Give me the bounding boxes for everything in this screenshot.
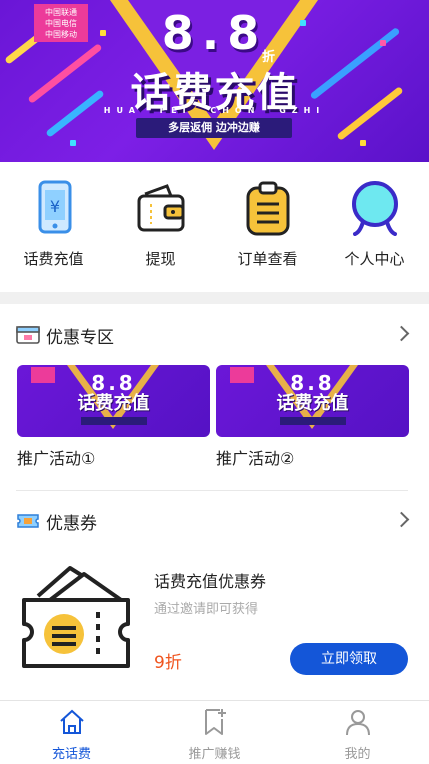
- coupon-section-header[interactable]: 优惠券: [16, 506, 413, 536]
- section-divider: [0, 292, 429, 304]
- promo-card-label: 推广活动①: [17, 449, 96, 468]
- quick-nav-profile[interactable]: 个人中心: [321, 170, 428, 280]
- quick-nav-withdraw[interactable]: 提现: [107, 170, 214, 280]
- tab-promote-earn[interactable]: 推广赚钱: [143, 701, 286, 764]
- coupon-ticket-icon: [16, 511, 40, 531]
- tab-mine[interactable]: 我的: [286, 701, 429, 764]
- banner-tagline: 多层返佣 边冲边赚: [136, 118, 292, 138]
- promo-card-thumbnail: 8.8 话费充值: [216, 365, 409, 437]
- thumb-tag: [81, 417, 147, 425]
- hero-banner[interactable]: 中国联通 中国电信 中国移动 8.8 折 话费充值 HUA FEI CHON G…: [0, 0, 429, 162]
- promo-card-thumbnail: 8.8 话费充值: [17, 365, 210, 437]
- coupon-illustration-icon: [18, 558, 136, 676]
- promo-zone-icon: [16, 325, 40, 345]
- tab-recharge[interactable]: 充话费: [0, 701, 143, 764]
- home-icon: [59, 709, 84, 734]
- svg-text:¥: ¥: [49, 197, 59, 216]
- promo-card[interactable]: 8.8 话费充值 推广活动①: [17, 365, 210, 469]
- quick-nav: ¥ 话费充值 提现 订单查看 个人中心: [0, 170, 429, 280]
- claim-coupon-button[interactable]: 立即领取: [290, 643, 408, 675]
- promo-card-label: 推广活动②: [216, 449, 295, 468]
- banner-pinyin: HUA FEI CHON GZHI: [103, 106, 326, 115]
- chevron-right-icon[interactable]: [393, 511, 410, 528]
- thumb-title: 话费充值: [276, 393, 349, 414]
- quick-nav-label: 个人中心: [344, 250, 405, 268]
- clipboard-icon: [240, 180, 296, 236]
- coupon-section-title: 优惠券: [46, 513, 97, 534]
- confetti: [70, 140, 76, 146]
- promo-section-header[interactable]: 优惠专区: [16, 320, 413, 350]
- bottom-tab-bar: 充话费 推广赚钱 我的: [0, 700, 429, 764]
- promo-section-title: 优惠专区: [46, 327, 114, 348]
- tab-label: 我的: [344, 747, 371, 762]
- quick-nav-label: 订单查看: [237, 250, 298, 268]
- chevron-right-icon[interactable]: [393, 325, 410, 342]
- promo-card[interactable]: 8.8 话费充值 推广活动②: [216, 365, 409, 469]
- user-center-icon: [347, 180, 403, 236]
- thumb-tag: [280, 417, 346, 425]
- coupon-note: 通过邀请即可获得: [154, 602, 259, 617]
- quick-nav-orders[interactable]: 订单查看: [214, 170, 321, 280]
- tab-label: 充话费: [51, 747, 91, 762]
- quick-nav-recharge[interactable]: ¥ 话费充值: [0, 170, 107, 280]
- section-separator: [16, 490, 408, 491]
- person-icon: [345, 710, 370, 736]
- tab-label: 推广赚钱: [188, 747, 241, 762]
- thumb-title: 话费充值: [77, 393, 150, 414]
- phone-recharge-icon: ¥: [26, 180, 82, 236]
- wallet-icon: [133, 180, 189, 236]
- confetti: [360, 140, 366, 146]
- coupon-discount: 9折: [154, 653, 182, 673]
- quick-nav-label: 话费充值: [23, 250, 84, 268]
- coupon-name: 话费充值优惠券: [154, 572, 267, 591]
- bookmark-add-icon: [204, 709, 226, 735]
- quick-nav-label: 提现: [145, 250, 176, 268]
- banner-headline-number: 8.8: [161, 6, 268, 60]
